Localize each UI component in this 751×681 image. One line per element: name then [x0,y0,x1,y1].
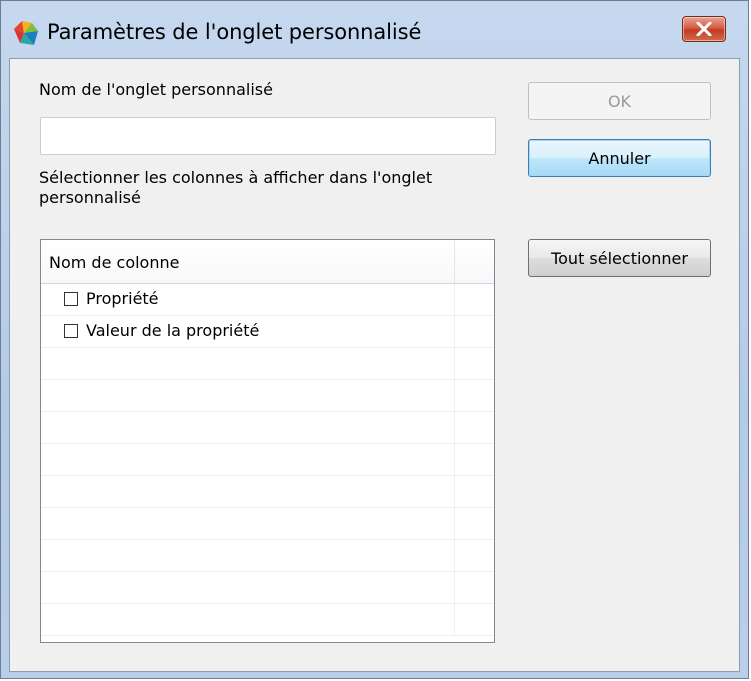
columns-label: Sélectionner les colonnes à afficher dan… [39,168,432,208]
columns-label-line2: personnalisé [39,188,141,207]
list-header[interactable]: Nom de colonne [41,240,494,284]
row-divider [454,316,455,347]
row-divider [454,572,455,603]
window-title: Paramètres de l'onglet personnalisé [47,20,422,44]
select-all-button[interactable]: Tout sélectionner [528,239,711,277]
dialog-window: Paramètres de l'onglet personnalisé Nom … [0,0,749,679]
list-item[interactable]: Propriété [41,284,494,316]
row-divider [454,380,455,411]
tab-name-input[interactable] [40,117,496,155]
empty-row [41,348,494,380]
property-value-checkbox[interactable] [64,324,78,338]
dialog-content: Nom de l'onglet personnalisé Sélectionne… [9,58,740,672]
empty-row [41,572,494,604]
row-divider [454,476,455,507]
row-divider [454,284,455,315]
list-item-label: Propriété [86,289,159,308]
empty-row [41,508,494,540]
row-divider [454,444,455,475]
tab-name-label: Nom de l'onglet personnalisé [39,80,273,99]
row-divider [454,540,455,571]
list-item[interactable]: Valeur de la propriété [41,316,494,348]
empty-row [41,380,494,412]
ok-button[interactable]: OK [528,82,711,120]
columns-list[interactable]: Nom de colonne Propriété Valeur de la pr… [40,239,495,643]
row-divider [454,412,455,443]
avg-logo-icon [14,21,38,45]
close-icon [696,22,712,36]
close-button[interactable] [682,16,726,42]
empty-row [41,476,494,508]
title-bar[interactable]: Paramètres de l'onglet personnalisé [1,1,748,57]
list-item-label: Valeur de la propriété [86,321,260,340]
columns-label-line1: Sélectionner les colonnes à afficher dan… [39,168,433,187]
empty-row [41,412,494,444]
cancel-button[interactable]: Annuler [528,139,711,177]
row-divider [454,348,455,379]
list-rows: Propriété Valeur de la propriété [41,284,494,636]
row-divider [454,508,455,539]
header-divider [454,240,455,283]
property-checkbox[interactable] [64,292,78,306]
row-divider [454,604,455,635]
empty-row [41,444,494,476]
column-name-header: Nom de colonne [49,253,180,272]
empty-row [41,604,494,636]
empty-row [41,540,494,572]
